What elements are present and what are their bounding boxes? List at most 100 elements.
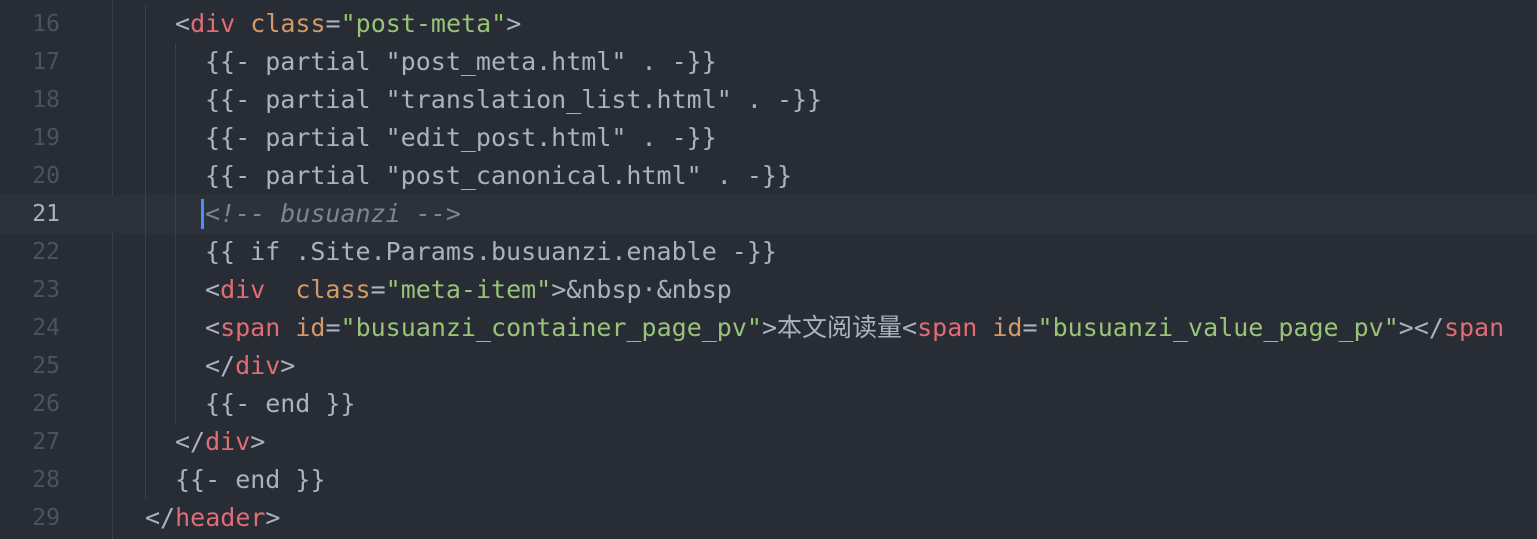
code-token: </ bbox=[205, 351, 236, 380]
code-token: </ bbox=[145, 503, 176, 532]
code-token: id bbox=[295, 313, 326, 342]
code-token: = bbox=[325, 9, 341, 38]
code-line[interactable]: 26 {{- end }} bbox=[0, 385, 1537, 423]
code-token: = bbox=[1022, 313, 1038, 342]
indent-guide bbox=[145, 233, 146, 271]
code-token: div bbox=[220, 275, 266, 304]
code-token: "busuanzi_value_page_pv" bbox=[1037, 313, 1399, 342]
code-line[interactable]: 18 {{- partial "translation_list.html" . … bbox=[0, 81, 1537, 119]
line-number: 25 bbox=[32, 353, 60, 379]
indent-guide bbox=[145, 5, 146, 43]
line-number: 24 bbox=[32, 315, 60, 341]
code-token: &nbsp·&nbsp bbox=[566, 275, 732, 304]
code-token: div bbox=[190, 9, 236, 38]
code-token: < bbox=[175, 9, 191, 38]
code-token: {{- end }} bbox=[175, 465, 326, 494]
code-line[interactable]: 19 {{- partial "edit_post.html" . -}} bbox=[0, 119, 1537, 157]
indent-guide bbox=[175, 119, 176, 157]
code-text[interactable]: {{- partial "translation_list.html" . -}… bbox=[205, 81, 822, 119]
code-token: > bbox=[280, 351, 296, 380]
code-token: > bbox=[551, 275, 567, 304]
indent-guide bbox=[175, 385, 176, 423]
code-token: <!-- busuanzi --> bbox=[205, 199, 461, 228]
code-token: 本文阅读量 bbox=[777, 313, 903, 342]
indent-guide bbox=[145, 309, 146, 347]
code-line[interactable]: 28 {{- end }} bbox=[0, 461, 1537, 499]
code-text[interactable]: <div class="post-meta"> bbox=[175, 5, 521, 43]
line-number: 28 bbox=[32, 467, 60, 493]
code-token: </ bbox=[175, 427, 206, 456]
code-token: span bbox=[917, 313, 978, 342]
code-token: span bbox=[1443, 313, 1505, 342]
code-token: < bbox=[902, 313, 918, 342]
text-cursor bbox=[201, 199, 204, 229]
indent-guide bbox=[175, 43, 176, 81]
line-number: 22 bbox=[32, 239, 60, 265]
code-text[interactable]: {{ if .Site.Params.busuanzi.enable -}} bbox=[205, 233, 777, 271]
code-token: "meta-item" bbox=[385, 275, 552, 304]
code-text[interactable]: {{- partial "post_canonical.html" . -}} bbox=[205, 157, 792, 195]
code-token: "post-meta" bbox=[340, 9, 507, 38]
indent-guide bbox=[145, 195, 146, 233]
line-number: 18 bbox=[32, 87, 60, 113]
code-line[interactable]: 25 </div> bbox=[0, 347, 1537, 385]
code-text[interactable]: {{- end }} bbox=[175, 461, 326, 499]
code-token: < bbox=[205, 275, 221, 304]
code-line[interactable]: 17 {{- partial "post_meta.html" . -}} bbox=[0, 43, 1537, 81]
code-token: > bbox=[265, 503, 281, 532]
code-line[interactable]: 21 <!-- busuanzi --> bbox=[0, 195, 1537, 233]
code-line[interactable]: 23 <div class="meta-item">&nbsp·&nbsp bbox=[0, 271, 1537, 309]
line-number: 16 bbox=[32, 11, 60, 37]
indent-guide bbox=[145, 43, 146, 81]
code-line[interactable]: 16 <div class="post-meta"> bbox=[0, 5, 1537, 43]
code-token: ></ bbox=[1398, 313, 1444, 342]
indent-guide bbox=[145, 157, 146, 195]
code-token: span bbox=[220, 313, 281, 342]
code-line[interactable]: 22 {{ if .Site.Params.busuanzi.enable -}} bbox=[0, 233, 1537, 271]
code-text[interactable]: {{- partial "post_meta.html" . -}} bbox=[205, 43, 717, 81]
code-text[interactable]: {{- partial "edit_post.html" . -}} bbox=[205, 119, 717, 157]
code-token: class bbox=[295, 275, 371, 304]
code-text[interactable]: {{- end }} bbox=[205, 385, 356, 423]
code-token: > bbox=[250, 427, 266, 456]
indent-guide bbox=[145, 347, 146, 385]
indent-guide bbox=[175, 271, 176, 309]
indent-guide bbox=[145, 81, 146, 119]
code-line[interactable]: 27 </div> bbox=[0, 423, 1537, 461]
line-number: 20 bbox=[32, 163, 60, 189]
code-token: id bbox=[992, 313, 1023, 342]
code-editor[interactable]: 16 <div class="post-meta"> 17 {{- partial "… bbox=[0, 0, 1537, 539]
code-text[interactable]: </div> bbox=[205, 347, 295, 385]
indent-guide bbox=[145, 271, 146, 309]
code-token: class bbox=[250, 9, 326, 38]
indent-guide bbox=[145, 423, 146, 461]
code-text[interactable]: </div> bbox=[175, 423, 265, 461]
code-token: div bbox=[205, 427, 251, 456]
line-number: 23 bbox=[32, 277, 60, 303]
code-token: = bbox=[370, 275, 386, 304]
code-token: < bbox=[205, 313, 221, 342]
indent-guide bbox=[175, 157, 176, 195]
code-text[interactable]: <div class="meta-item">&nbsp·&nbsp bbox=[205, 271, 732, 309]
code-token: {{- partial "post_meta.html" . -}} bbox=[205, 47, 717, 76]
indent-guide bbox=[145, 461, 146, 499]
code-text[interactable]: <span id="busuanzi_container_page_pv">本文… bbox=[205, 309, 1504, 347]
line-number: 21 bbox=[32, 201, 60, 227]
code-token: div bbox=[235, 351, 281, 380]
line-number: 19 bbox=[32, 125, 60, 151]
code-token: {{- partial "translation_list.html" . -}… bbox=[205, 85, 823, 114]
code-token: {{- partial "post_canonical.html" . -}} bbox=[205, 161, 792, 190]
code-line[interactable]: 24 <span id="busuanzi_container_page_pv">… bbox=[0, 309, 1537, 347]
code-line[interactable]: 29 </header> bbox=[0, 499, 1537, 537]
code-text[interactable]: </header> bbox=[145, 499, 280, 537]
line-number: 26 bbox=[32, 391, 60, 417]
code-token: {{ if .Site.Params.busuanzi.enable -}} bbox=[205, 237, 777, 266]
line-number: 27 bbox=[32, 429, 60, 455]
code-token: "busuanzi_container_page_pv" bbox=[340, 313, 762, 342]
code-line[interactable]: 20 {{- partial "post_canonical.html" . -}… bbox=[0, 157, 1537, 195]
code-text[interactable]: <!-- busuanzi --> bbox=[205, 195, 461, 233]
code-token: {{- end }} bbox=[205, 389, 356, 418]
